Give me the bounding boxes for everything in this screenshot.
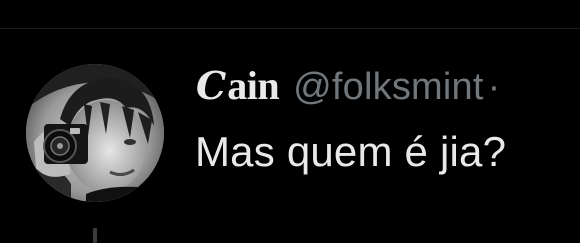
- avatar[interactable]: [26, 64, 164, 202]
- display-name-initial: C: [196, 63, 227, 108]
- avatar-image: [26, 64, 164, 202]
- separator-dot: ·: [487, 66, 501, 108]
- user-handle[interactable]: @folksmint: [293, 66, 484, 109]
- tweet-text: Mas quem é jia?: [195, 128, 507, 175]
- display-name-text: ain: [227, 63, 280, 108]
- tweet-header: Cain @folksmint ·: [196, 62, 501, 109]
- thread-connector-line: [93, 228, 97, 243]
- display-name[interactable]: Cain: [196, 62, 280, 109]
- tweet[interactable]: Cain @folksmint · Mas quem é jia?: [0, 0, 580, 243]
